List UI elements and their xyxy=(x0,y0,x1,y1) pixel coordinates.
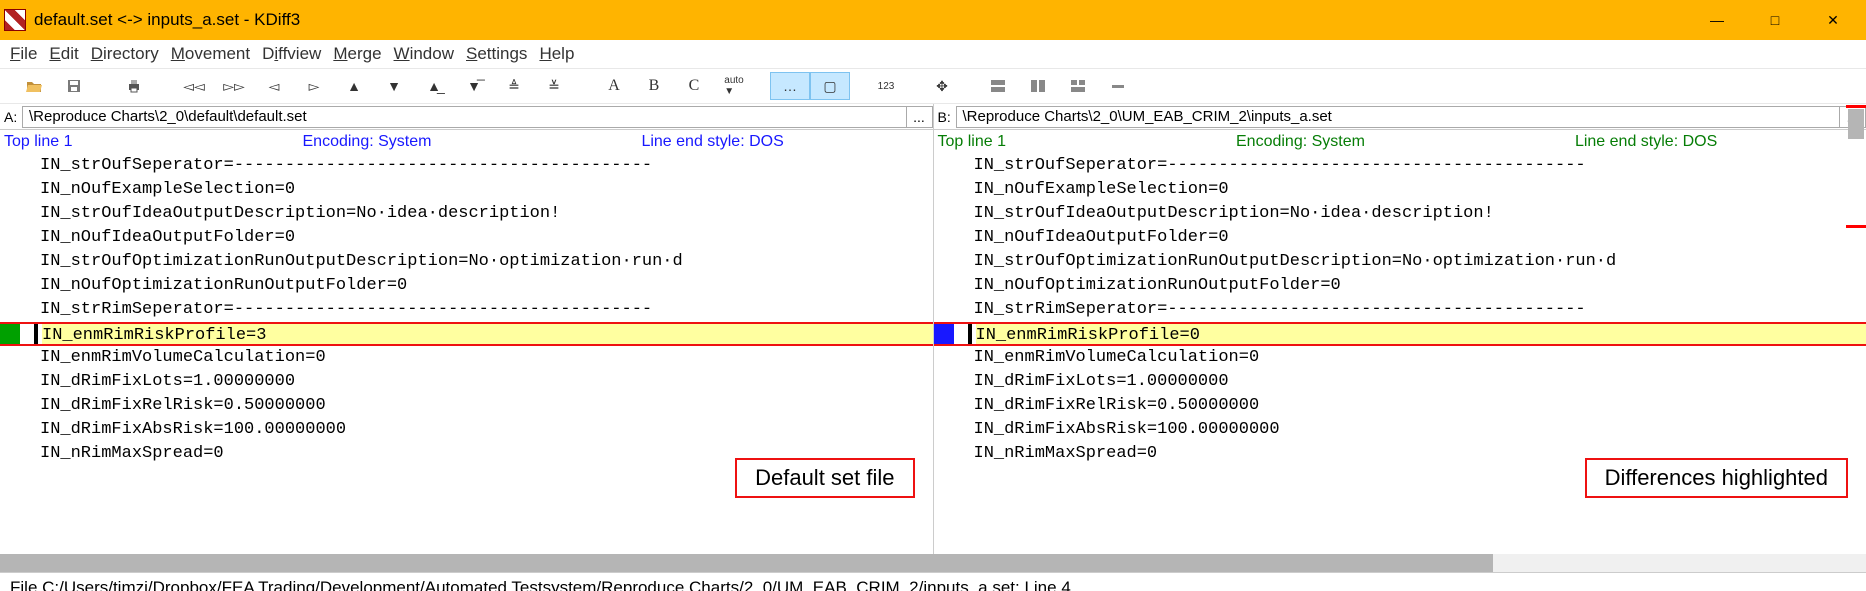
split-horiz-icon[interactable] xyxy=(978,72,1018,100)
menu-diffview[interactable]: Diffview xyxy=(262,44,321,64)
code-line: IN_strOufIdeaOutputDescription=No·idea·d… xyxy=(0,202,933,226)
next-diff-icon[interactable]: ▻▻ xyxy=(214,72,254,100)
code-line: IN_dRimFixRelRisk=0.50000000 xyxy=(934,394,1866,418)
code-line: IN_dRimFixAbsRisk=100.00000000 xyxy=(934,418,1866,442)
choose-b-button[interactable]: B xyxy=(634,72,674,100)
menu-merge[interactable]: Merge xyxy=(333,44,381,64)
double-down-icon[interactable]: ▼̅ xyxy=(454,72,494,100)
code-line: IN_strOufSeperator=---------------------… xyxy=(0,154,933,178)
show-linebreak-icon[interactable]: ▢ xyxy=(810,72,850,100)
pane-a-label: A: xyxy=(0,109,22,125)
toolbar: ◅◅ ▻▻ ◅ ▻ ▲ ▼ ▲̲ ▼̅ ≜ ≚ A B C auto▼ … ▢ … xyxy=(0,68,1866,104)
down-arrow-icon[interactable]: ▼ xyxy=(374,72,414,100)
callout-differences: Differences highlighted xyxy=(1585,458,1848,498)
code-line: IN_strRimSeperator=---------------------… xyxy=(0,298,933,322)
code-line: IN_dRimFixRelRisk=0.50000000 xyxy=(0,394,933,418)
overview-scrollbar[interactable] xyxy=(1846,105,1866,555)
choose-a-button[interactable]: A xyxy=(594,72,634,100)
pane-b-path-input[interactable]: \Reproduce Charts\2_0\UM_EAB_CRIM_2\inpu… xyxy=(956,106,1841,128)
code-line: IN_dRimFixLots=1.00000000 xyxy=(934,370,1866,394)
window-buttons: — □ ✕ xyxy=(1688,0,1862,40)
auto-merge-icon[interactable]: auto▼ xyxy=(714,72,754,100)
code-line: IN_enmRimVolumeCalculation=0 xyxy=(934,346,1866,370)
pane-a: A: \Reproduce Charts\2_0\default\default… xyxy=(0,104,934,554)
menu-movement[interactable]: Movement xyxy=(171,44,250,64)
close-button[interactable]: ✕ xyxy=(1804,0,1862,40)
menu-bar: File Edit Directory Movement Diffview Me… xyxy=(0,40,1866,68)
status-text: File C:/Users/timzi/Dropbox/FEA Trading/… xyxy=(10,578,1071,591)
code-line: IN_dRimFixAbsRisk=100.00000000 xyxy=(0,418,933,442)
pane-b-meta: Top line 1 Encoding: System Line end sty… xyxy=(934,130,1866,154)
split-3-icon[interactable] xyxy=(1058,72,1098,100)
show-whitespace-icon[interactable]: … xyxy=(770,72,810,100)
pane-a-lineend: Line end style: DOS xyxy=(641,133,783,151)
menu-edit[interactable]: Edit xyxy=(49,44,78,64)
pane-b-header: B: \Reproduce Charts\2_0\UM_EAB_CRIM_2\i… xyxy=(934,104,1866,130)
code-line: IN_enmRimRiskProfile=3 xyxy=(0,322,933,346)
pane-a-browse-button[interactable]: ... xyxy=(907,106,933,128)
menu-window[interactable]: Window xyxy=(394,44,454,64)
maximize-button[interactable]: □ xyxy=(1746,0,1804,40)
pane-a-meta: Top line 1 Encoding: System Line end sty… xyxy=(0,130,933,154)
pane-b: B: \Reproduce Charts\2_0\UM_EAB_CRIM_2\i… xyxy=(934,104,1866,554)
code-line: IN_strOufOptimizationRunOutputDescriptio… xyxy=(934,250,1866,274)
pane-a-topline: Top line 1 xyxy=(4,133,73,151)
code-line: IN_nOufOptimizationRunOutputFolder=0 xyxy=(0,274,933,298)
minimize-button[interactable]: — xyxy=(1688,0,1746,40)
save-icon[interactable] xyxy=(54,72,94,100)
menu-help[interactable]: Help xyxy=(539,44,574,64)
pane-b-encoding: Encoding: System xyxy=(1236,133,1365,151)
pane-a-path-text: \Reproduce Charts\2_0\default\default.se… xyxy=(29,108,307,125)
app-icon xyxy=(4,9,26,31)
prev-conflict-icon[interactable]: ◅ xyxy=(254,72,294,100)
up-arrow-icon[interactable]: ▲ xyxy=(334,72,374,100)
triple-down-icon[interactable]: ≚ xyxy=(534,72,574,100)
horizontal-scrollbar[interactable] xyxy=(0,554,1866,572)
triple-up-icon[interactable]: ≜ xyxy=(494,72,534,100)
menu-directory[interactable]: Directory xyxy=(91,44,159,64)
next-conflict-icon[interactable]: ▻ xyxy=(294,72,334,100)
code-line: IN_strOufOptimizationRunOutputDescriptio… xyxy=(0,250,933,274)
menu-settings[interactable]: Settings xyxy=(466,44,527,64)
choose-c-button[interactable]: C xyxy=(674,72,714,100)
pane-b-topline: Top line 1 xyxy=(938,133,1007,151)
move-icon[interactable]: ✥ xyxy=(922,72,962,100)
pane-a-header: A: \Reproduce Charts\2_0\default\default… xyxy=(0,104,933,130)
code-line: IN_enmRimVolumeCalculation=0 xyxy=(0,346,933,370)
code-line: IN_strRimSeperator=---------------------… xyxy=(934,298,1866,322)
open-icon[interactable] xyxy=(14,72,54,100)
pane-b-path-text: \Reproduce Charts\2_0\UM_EAB_CRIM_2\inpu… xyxy=(963,108,1332,125)
code-line: IN_dRimFixLots=1.00000000 xyxy=(0,370,933,394)
double-up-icon[interactable]: ▲̲ xyxy=(414,72,454,100)
code-line: IN_nOufOptimizationRunOutputFolder=0 xyxy=(934,274,1866,298)
title-bar: default.set <-> inputs_a.set - KDiff3 — … xyxy=(0,0,1866,40)
code-line: IN_nOufExampleSelection=0 xyxy=(934,178,1866,202)
pane-b-content[interactable]: IN_strOufSeperator=---------------------… xyxy=(934,154,1866,554)
code-line: IN_strOufSeperator=---------------------… xyxy=(934,154,1866,178)
diff-panes: A: \Reproduce Charts\2_0\default\default… xyxy=(0,104,1866,554)
code-line: IN_nOufIdeaOutputFolder=0 xyxy=(0,226,933,250)
code-line: IN_enmRimRiskProfile=0 xyxy=(934,322,1866,346)
pane-b-lineend: Line end style: DOS xyxy=(1575,133,1717,151)
pane-a-encoding: Encoding: System xyxy=(303,133,432,151)
code-line: IN_nOufExampleSelection=0 xyxy=(0,178,933,202)
code-line: IN_nOufIdeaOutputFolder=0 xyxy=(934,226,1866,250)
pane-b-label: B: xyxy=(934,109,956,125)
line-numbers-icon[interactable]: 123 xyxy=(866,72,906,100)
callout-default: Default set file xyxy=(735,458,914,498)
menu-file[interactable]: File xyxy=(10,44,37,64)
split-vert-icon[interactable] xyxy=(1018,72,1058,100)
collapse-icon[interactable] xyxy=(1098,72,1138,100)
status-bar: File C:/Users/timzi/Dropbox/FEA Trading/… xyxy=(0,572,1866,591)
pane-a-content[interactable]: IN_strOufSeperator=---------------------… xyxy=(0,154,933,554)
print-icon[interactable] xyxy=(114,72,154,100)
pane-a-path-input[interactable]: \Reproduce Charts\2_0\default\default.se… xyxy=(22,106,907,128)
code-line: IN_strOufIdeaOutputDescription=No·idea·d… xyxy=(934,202,1866,226)
prev-diff-icon[interactable]: ◅◅ xyxy=(174,72,214,100)
window-title: default.set <-> inputs_a.set - KDiff3 xyxy=(34,10,1688,30)
